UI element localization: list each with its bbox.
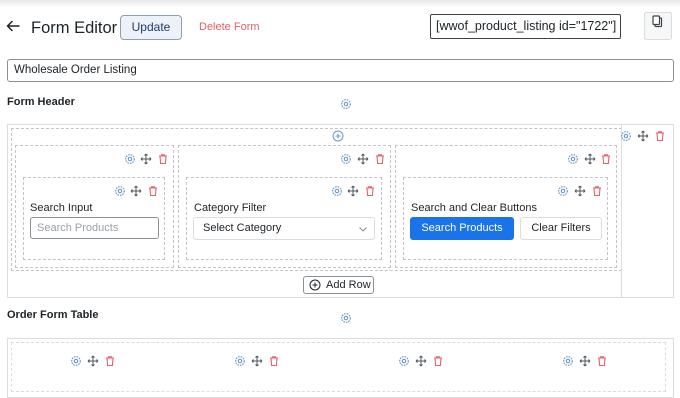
widget-move-icon[interactable] (574, 185, 586, 197)
column-delete-icon[interactable] (374, 153, 386, 165)
copy-icon (644, 12, 672, 40)
clear-filters-button[interactable]: Clear Filters (520, 217, 602, 240)
table-row (11, 342, 666, 392)
widget-delete-icon[interactable] (364, 185, 376, 197)
category-select[interactable]: Select Category (193, 217, 375, 240)
widget-move-icon[interactable] (130, 185, 142, 197)
copy-shortcode-button[interactable] (644, 12, 672, 40)
column-move-icon[interactable] (579, 355, 591, 367)
column-move-icon[interactable] (415, 355, 427, 367)
row-delete-icon[interactable] (654, 130, 666, 142)
add-icon[interactable] (332, 130, 344, 142)
widget-move-icon[interactable] (347, 185, 359, 197)
chevron-down-icon (357, 223, 369, 235)
widget-settings-icon[interactable] (557, 185, 569, 197)
widget-delete-icon[interactable] (591, 185, 603, 197)
update-button[interactable]: Update (120, 15, 182, 40)
column-move-icon[interactable] (140, 153, 152, 165)
column-delete-icon[interactable] (104, 355, 116, 367)
back-arrow-icon[interactable] (5, 18, 21, 34)
column-move-icon[interactable] (357, 153, 369, 165)
search-products-button[interactable]: Search Products (410, 217, 514, 240)
widget-settings-icon[interactable] (114, 185, 126, 197)
top-shadow (0, 0, 680, 8)
gear-icon[interactable] (340, 98, 352, 110)
row-settings-icon[interactable] (620, 130, 632, 142)
column-move-icon[interactable] (584, 153, 596, 165)
column-delete-icon[interactable] (268, 355, 280, 367)
column-settings-icon[interactable] (124, 153, 136, 165)
row-move-icon[interactable] (637, 130, 649, 142)
column-delete-icon[interactable] (596, 355, 608, 367)
category-filter-label: Category Filter (194, 202, 267, 214)
column-delete-icon[interactable] (600, 153, 612, 165)
column-settings-icon[interactable] (234, 355, 246, 367)
shortcode-field[interactable]: [wwof_product_listing id="1722"] (430, 14, 621, 39)
column-settings-icon[interactable] (398, 355, 410, 367)
form-header-title: Form Header (7, 96, 75, 108)
delete-form-button[interactable]: Delete Form (199, 21, 260, 34)
column-move-icon[interactable] (251, 355, 263, 367)
form-name-input[interactable]: Wholesale Order Listing (7, 59, 674, 82)
row-divider (621, 124, 622, 298)
column-move-icon[interactable] (87, 355, 99, 367)
column-delete-icon[interactable] (432, 355, 444, 367)
gear-icon[interactable] (340, 312, 352, 324)
add-row-label: Add Row (326, 279, 371, 291)
category-select-value: Select Category (203, 222, 282, 234)
search-input-label: Search Input (30, 202, 93, 214)
order-form-table-title: Order Form Table (7, 309, 99, 321)
search-products-input[interactable]: Search Products (30, 217, 159, 239)
column-settings-icon[interactable] (340, 153, 352, 165)
widget-settings-icon[interactable] (331, 185, 343, 197)
column-settings-icon[interactable] (70, 355, 82, 367)
plus-circle-icon (309, 279, 321, 291)
widget-delete-icon[interactable] (147, 185, 159, 197)
column-settings-icon[interactable] (562, 355, 574, 367)
add-row-button[interactable]: Add Row (303, 276, 374, 294)
column-delete-icon[interactable] (157, 153, 169, 165)
page-title: Form Editor (31, 19, 118, 37)
search-clear-buttons-label: Search and Clear Buttons (411, 202, 537, 214)
column-settings-icon[interactable] (567, 153, 579, 165)
